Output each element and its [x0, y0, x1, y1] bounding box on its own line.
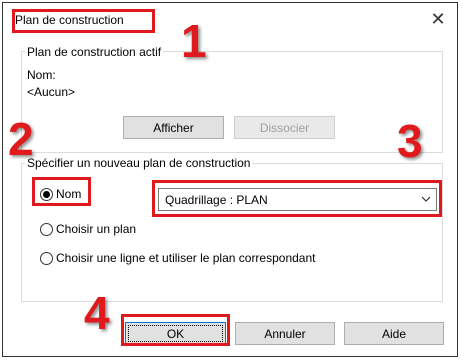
- radio-pick-line-label: Choisir une ligne et utiliser le plan co…: [56, 251, 316, 265]
- active-plan-legend: Plan de construction actif: [25, 45, 164, 59]
- name-label: Nom:: [27, 68, 56, 82]
- radio-pick-plane-label: Choisir un plan: [56, 222, 137, 236]
- callout-box-select: [152, 180, 442, 217]
- radio-pick-plane-indicator[interactable]: [40, 222, 53, 236]
- step-number-1: 1: [181, 15, 207, 67]
- dissociate-button: Dissocier: [234, 116, 335, 139]
- active-plan-group: [21, 51, 443, 153]
- radio-pick-plane[interactable]: Choisir un plan: [40, 222, 136, 236]
- step-number-2: 2: [8, 113, 34, 165]
- callout-box-ok: [121, 314, 230, 346]
- help-button[interactable]: Aide: [344, 322, 444, 345]
- name-value: <Aucun>: [27, 85, 76, 99]
- specify-plan-legend: Spécifier un nouveau plan de constructio…: [25, 156, 253, 170]
- close-icon[interactable]: ✕: [427, 8, 449, 30]
- step-number-4: 4: [84, 287, 110, 339]
- cancel-button[interactable]: Annuler: [235, 322, 335, 345]
- callout-box-title: [12, 9, 155, 33]
- show-button[interactable]: Afficher: [123, 116, 224, 139]
- radio-pick-line[interactable]: Choisir une ligne et utiliser le plan co…: [40, 251, 315, 265]
- callout-box-radio-name: [32, 177, 91, 206]
- step-number-3: 3: [397, 115, 423, 167]
- radio-pick-line-indicator[interactable]: [40, 251, 53, 265]
